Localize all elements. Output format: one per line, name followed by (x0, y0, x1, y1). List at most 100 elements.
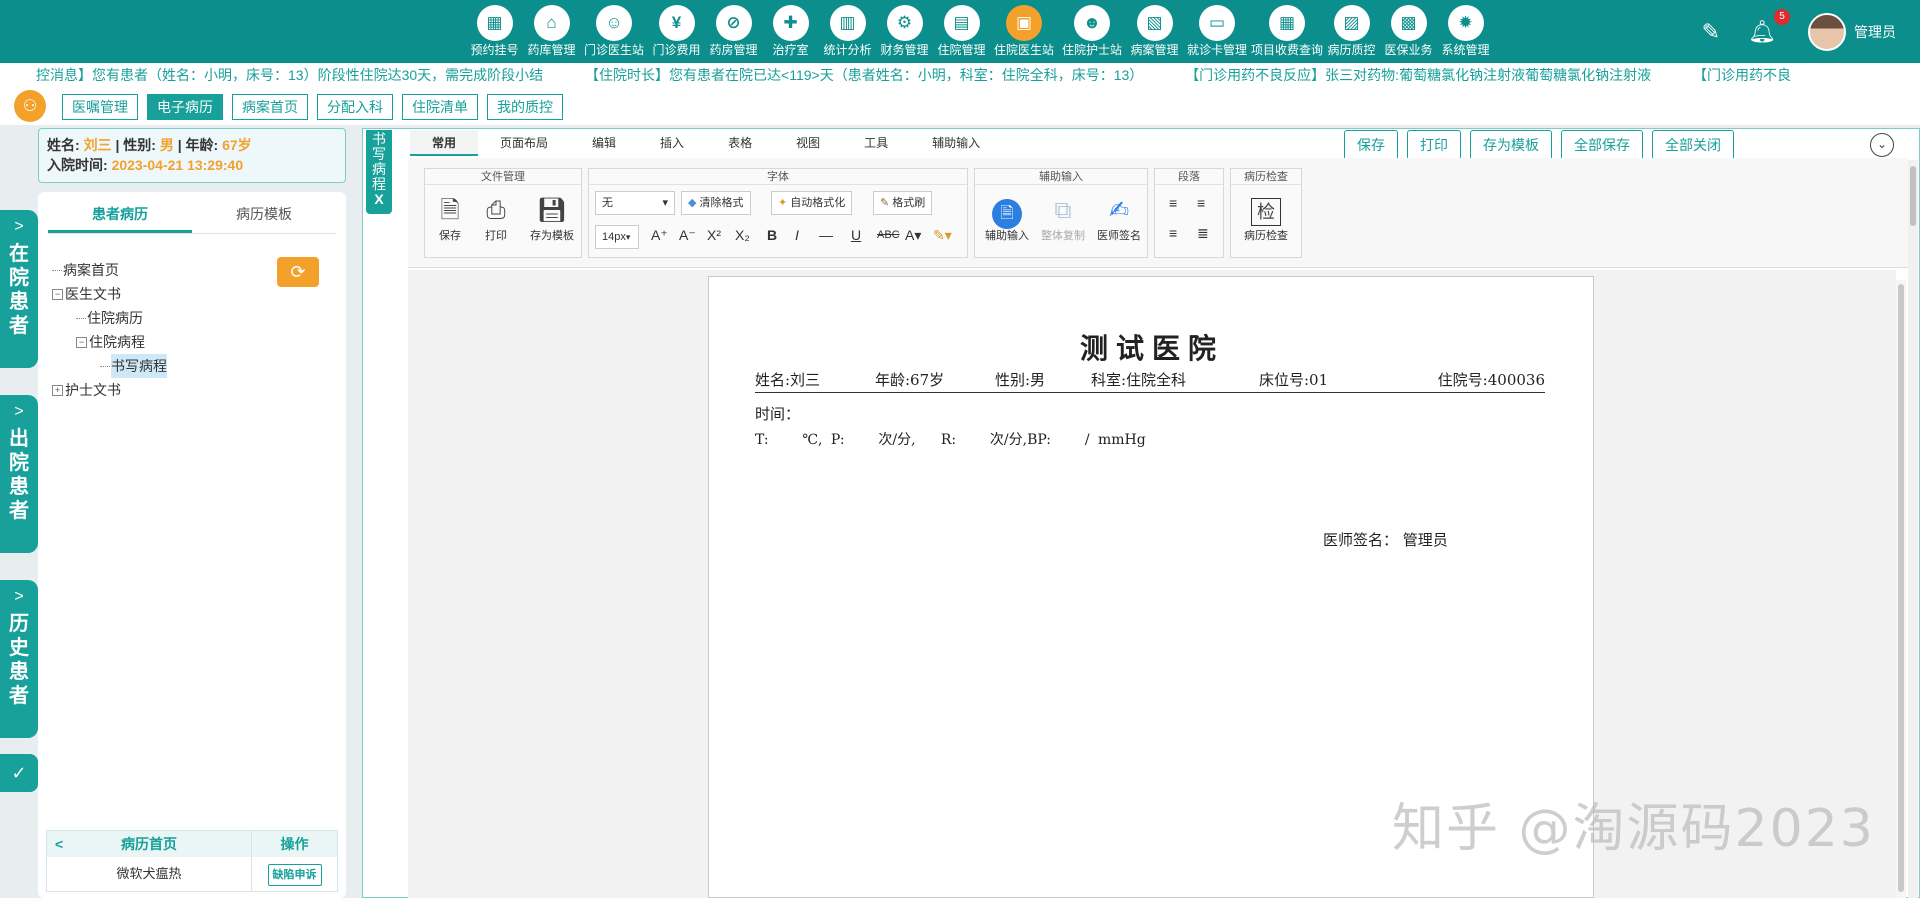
doctor-home-icon[interactable]: ⚇ (14, 90, 46, 122)
avatar[interactable] (1808, 12, 1846, 51)
ribbon-tab-layout[interactable]: 页面布局 (478, 130, 570, 156)
nav-item[interactable]: ☻ 住院护士站 (1058, 0, 1126, 63)
username[interactable]: 管理员 (1854, 22, 1896, 42)
chevron-down-icon[interactable]: ⌄ (1870, 133, 1894, 157)
side-tab-inpatients[interactable]: > 在院患者 (0, 210, 38, 368)
bell-icon[interactable]: 🔔︎ 5 (1748, 8, 1790, 45)
doctor-sign-button[interactable]: ✍︎ 医师签名 (1091, 195, 1147, 243)
tab-assign-admission[interactable]: 分配入科 (317, 94, 393, 120)
save-as-template-button[interactable]: 存为模板 (1470, 130, 1552, 160)
close-icon[interactable]: X (366, 192, 392, 207)
vitals-line[interactable]: T: ℃, P: 次/分, R: 次/分,BP: / mmHg (755, 429, 1146, 449)
nav-item[interactable]: ✚ 治疗室 (762, 0, 819, 63)
expand-icon[interactable]: + (52, 384, 63, 396)
record-check-button[interactable]: 检 病历检查 (1235, 195, 1297, 243)
back-arrow-icon[interactable]: < (55, 831, 63, 857)
ribbon-tab-insert[interactable]: 插入 (638, 130, 706, 156)
align-right-icon[interactable]: ≡ (1169, 225, 1177, 241)
font-size-select[interactable]: 14px▾ (595, 225, 639, 249)
nav-item[interactable]: ⚙ 财务管理 (876, 0, 933, 63)
close-all-button[interactable]: 全部关闭 (1652, 130, 1734, 160)
scroll-thumb[interactable] (1898, 284, 1904, 892)
nav-item[interactable]: ✹ 系统管理 (1437, 0, 1494, 63)
align-center-icon[interactable]: ≡ (1197, 195, 1205, 211)
font-name-select[interactable]: 无 ▾ (595, 191, 675, 215)
side-tab-discharged[interactable]: > 出院患者 (0, 395, 38, 553)
ticker-item[interactable]: 【门诊用药不良反应】张三对药物:葡萄糖氯化钠注射液葡萄糖氯化钠注射液 (1185, 67, 1651, 83)
save-all-button[interactable]: 全部保存 (1561, 130, 1643, 160)
nav-item[interactable]: ⌂ 药库管理 (523, 0, 580, 63)
auto-format-button[interactable]: ✦ 自动格式化 (771, 191, 853, 215)
subscript-icon[interactable]: X₂ (735, 227, 750, 243)
ribbon-save-button[interactable]: 🗎︎ 保存 (427, 195, 473, 243)
ticker-item[interactable]: 【住院时长】您有患者在院已达<119>天（患者姓名：小明，科室：住院全科，床号：… (585, 67, 1143, 83)
tab-electronic-record[interactable]: 电子病历 (147, 94, 223, 120)
refresh-icon[interactable]: ⟳ (277, 257, 319, 287)
clipboard-check-icon[interactable]: ✓ (0, 754, 38, 792)
italic-icon[interactable]: I (795, 227, 799, 243)
ticker-item[interactable]: 控消息】您有患者（姓名：小明，床号：13）阶段性住院达30天，需完成阶段小结 (36, 67, 543, 83)
ribbon-tab-assist[interactable]: 辅助输入 (910, 130, 1002, 156)
document-scrollbar[interactable] (1896, 280, 1906, 898)
tab-my-qc[interactable]: 我的质控 (487, 94, 563, 120)
strikethrough-icon[interactable]: ABC (877, 229, 900, 241)
format-painter-button[interactable]: ✎ 格式刷 (873, 191, 933, 215)
tree-node[interactable]: + 护士文书 (52, 378, 167, 402)
pen-icon[interactable]: ✎ (1702, 19, 1720, 45)
ribbon-tab-common[interactable]: 常用 (410, 130, 479, 156)
tree-node[interactable]: 住院病历 (52, 306, 167, 330)
ribbon-tab-edit[interactable]: 编辑 (570, 130, 638, 156)
defect-appeal-button[interactable]: 缺陷申诉 (267, 863, 322, 886)
editor-scrollbar[interactable] (1908, 160, 1918, 898)
underline-icon[interactable]: U (851, 227, 861, 243)
tab-record-front-page[interactable]: 病案首页 (232, 94, 308, 120)
nav-item[interactable]: ▩ 医保业务 (1380, 0, 1437, 63)
time-label[interactable]: 时间： (755, 403, 800, 424)
bold-icon[interactable]: B (767, 227, 777, 243)
nav-item[interactable]: ▭ 就诊卡管理 (1183, 0, 1251, 63)
table-row[interactable]: 微软犬瘟热 缺陷申诉 (47, 857, 337, 891)
tree-node[interactable]: 病案首页 (52, 258, 167, 282)
tab-inpatient-list[interactable]: 住院清单 (402, 94, 478, 120)
tab-patient-records[interactable]: 患者病历 (48, 202, 192, 233)
assist-input-button[interactable]: 🗎︎ 辅助输入 (979, 195, 1035, 243)
nav-item[interactable]: ☺ 门诊医生站 (580, 0, 648, 63)
tab-record-templates[interactable]: 病历模板 (192, 202, 336, 233)
side-tab-history[interactable]: > 历史患者 (0, 580, 38, 738)
font-color-icon[interactable]: A▾ (905, 227, 921, 244)
ribbon-save-template-button[interactable]: 💾︎ 存为模板 (523, 195, 581, 243)
ticker-item[interactable]: 【门诊用药不良 (1693, 67, 1791, 83)
tree-node[interactable]: − 医生文书 (52, 282, 167, 306)
ribbon-tab-view[interactable]: 视图 (774, 130, 842, 156)
nav-item[interactable]: ▦ 预约挂号 (466, 0, 523, 63)
nav-item[interactable]: ▦ 项目收费查询 (1251, 0, 1323, 63)
tree-node[interactable]: − 住院病程 (52, 330, 167, 354)
collapse-icon[interactable]: − (52, 288, 63, 300)
scroll-thumb[interactable] (1910, 166, 1916, 226)
ribbon-tab-table[interactable]: 表格 (706, 130, 774, 156)
tab-order-management[interactable]: 医嘱管理 (62, 94, 138, 120)
print-button[interactable]: 打印 (1407, 130, 1461, 160)
nav-item[interactable]: ▧ 病案管理 (1126, 0, 1183, 63)
nav-item[interactable]: ⊘ 药房管理 (705, 0, 762, 63)
nav-item[interactable]: ▣ 住院医生站 (990, 0, 1058, 63)
collapse-icon[interactable]: − (76, 336, 87, 348)
save-button[interactable]: 保存 (1344, 130, 1398, 160)
tree-node[interactable]: 书写病程 (52, 354, 167, 378)
font-grow-icon[interactable]: A⁺ (651, 227, 668, 244)
nav-item[interactable]: ▥ 统计分析 (819, 0, 876, 63)
clear-format-button[interactable]: ◆ 清除格式 (681, 191, 751, 215)
superscript-icon[interactable]: X² (707, 227, 721, 243)
nav-item[interactable]: ▤ 住院管理 (933, 0, 990, 63)
editor-doc-tab[interactable]: 书写病程 X (366, 130, 392, 214)
align-justify-icon[interactable]: ≣ (1197, 225, 1209, 242)
align-left-icon[interactable]: ≡ (1169, 195, 1177, 211)
doctor-signature[interactable]: 医师签名： 管理员 (1323, 529, 1448, 550)
ribbon-print-button[interactable]: ⎙ 打印 (473, 195, 519, 243)
highlight-icon[interactable]: ✎▾ (933, 227, 952, 244)
ribbon-tab-tools[interactable]: 工具 (842, 130, 910, 156)
nav-item[interactable]: ▨ 病历质控 (1323, 0, 1380, 63)
nav-item[interactable]: ¥ 门诊费用 (648, 0, 705, 63)
horizontal-line-icon[interactable]: — (819, 227, 833, 243)
font-shrink-icon[interactable]: A⁻ (679, 227, 696, 244)
